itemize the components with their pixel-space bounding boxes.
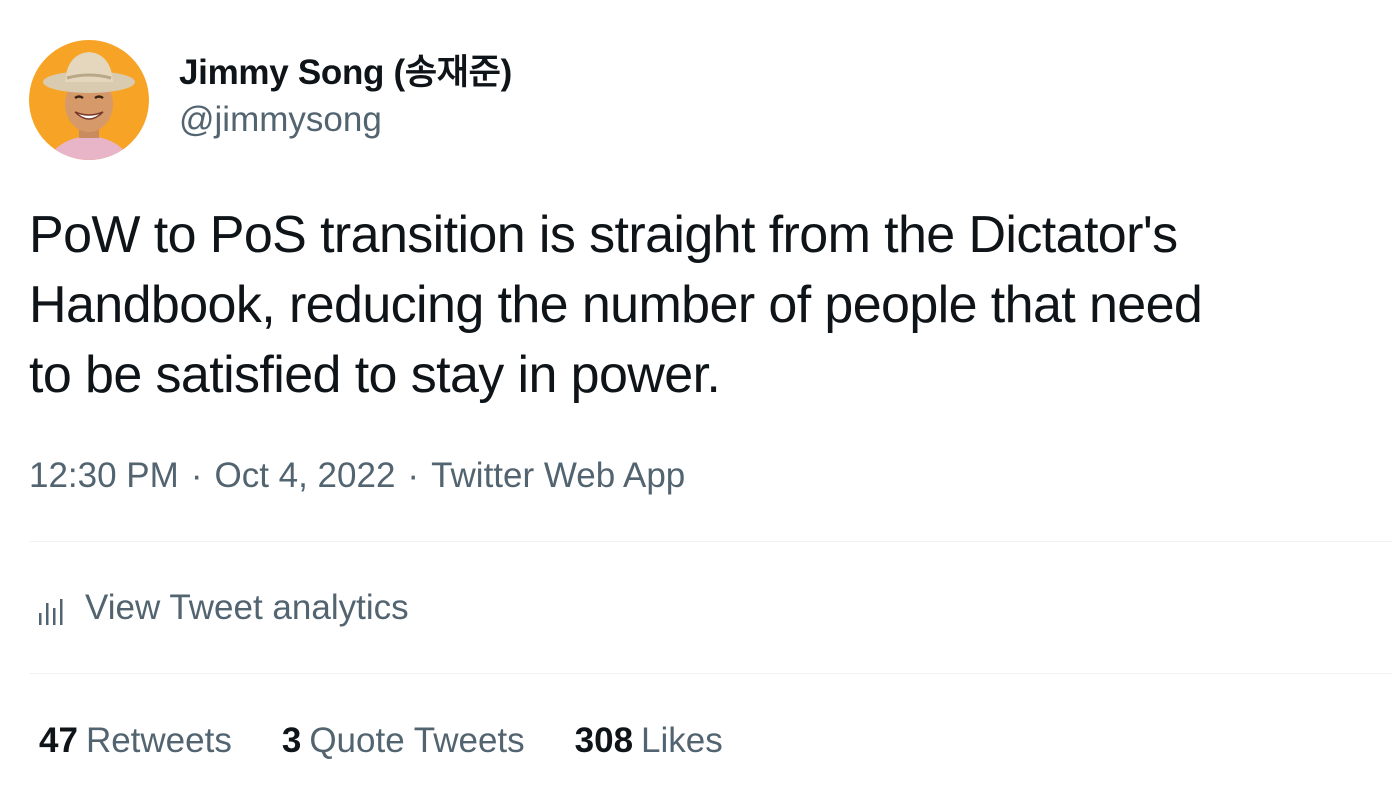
likes-count: 308 bbox=[574, 721, 634, 760]
retweets-count: 47 bbox=[39, 721, 78, 760]
author-names: Jimmy Song (송재준) @jimmysong bbox=[179, 51, 512, 145]
tweet-text: PoW to PoS transition is straight from t… bbox=[29, 206, 1203, 404]
view-analytics-label: View Tweet analytics bbox=[85, 588, 409, 627]
author-display-name[interactable]: Jimmy Song (송재준) bbox=[179, 51, 512, 95]
tweet-stats: 47 Retweets 3 Quote Tweets 308 Likes bbox=[39, 717, 773, 765]
tweet-time[interactable]: 12:30 PM bbox=[29, 452, 179, 500]
likes-stat[interactable]: 308 Likes bbox=[575, 717, 723, 765]
tweet-meta: 12:30 PM · Oct 4, 2022 · Twitter Web App bbox=[29, 452, 685, 500]
tweet-date[interactable]: Oct 4, 2022 bbox=[214, 452, 395, 500]
avatar-image bbox=[29, 40, 149, 160]
divider bbox=[29, 673, 1392, 674]
avatar[interactable] bbox=[29, 40, 149, 160]
quote-tweets-count: 3 bbox=[281, 721, 302, 760]
tweet-detail: Jimmy Song (송재준) @jimmysong PoW to PoS t… bbox=[0, 0, 1392, 790]
quote-tweets-label: Quote Tweets bbox=[309, 721, 525, 760]
likes-label: Likes bbox=[641, 721, 723, 760]
tweet-header: Jimmy Song (송재준) @jimmysong bbox=[29, 40, 512, 160]
divider bbox=[29, 541, 1392, 542]
meta-separator: · bbox=[190, 456, 203, 495]
meta-separator: · bbox=[407, 456, 420, 495]
quote-tweets-stat[interactable]: 3 Quote Tweets bbox=[282, 717, 525, 765]
tweet-source[interactable]: Twitter Web App bbox=[431, 452, 685, 500]
bar-chart-icon bbox=[37, 592, 65, 625]
author-handle[interactable]: @jimmysong bbox=[179, 95, 512, 145]
retweets-label: Retweets bbox=[85, 721, 232, 760]
view-analytics-link[interactable]: View Tweet analytics bbox=[37, 584, 409, 632]
retweets-stat[interactable]: 47 Retweets bbox=[39, 717, 232, 765]
